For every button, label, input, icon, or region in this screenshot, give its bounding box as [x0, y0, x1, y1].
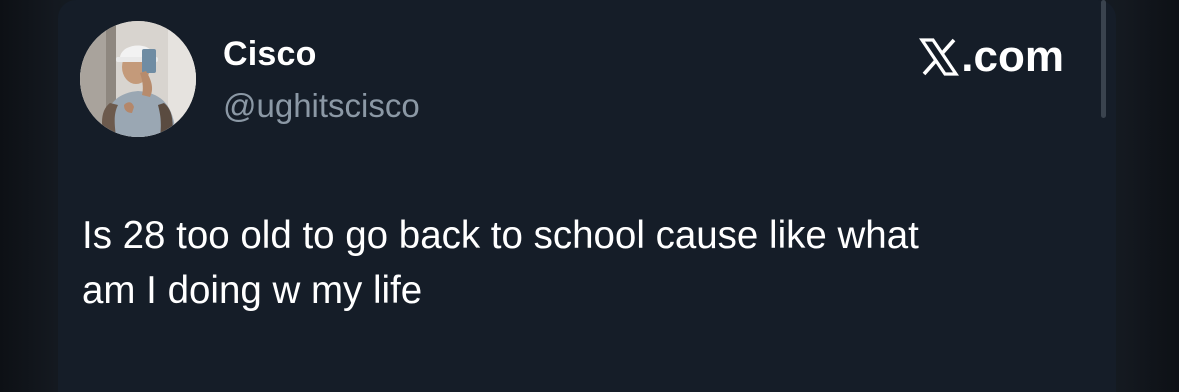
avatar[interactable] — [80, 21, 196, 137]
tweet-line-1: Is 28 too old to go back to school cause… — [82, 214, 919, 257]
tweet-card: Cisco @ughitscisco .com Is 28 too old to… — [58, 0, 1116, 392]
tweet-line-2: am I doing w my life — [82, 269, 423, 312]
profile-photo-icon — [80, 21, 196, 137]
x-logo-icon — [919, 38, 960, 76]
brand-logo: .com — [919, 32, 1064, 82]
scrollbar[interactable] — [1101, 0, 1106, 118]
tweet-text: Is 28 too old to go back to school cause… — [82, 208, 1092, 318]
author-name[interactable]: Cisco — [223, 34, 317, 74]
brand-text: .com — [961, 32, 1064, 81]
author-handle[interactable]: @ughitscisco — [223, 86, 420, 126]
